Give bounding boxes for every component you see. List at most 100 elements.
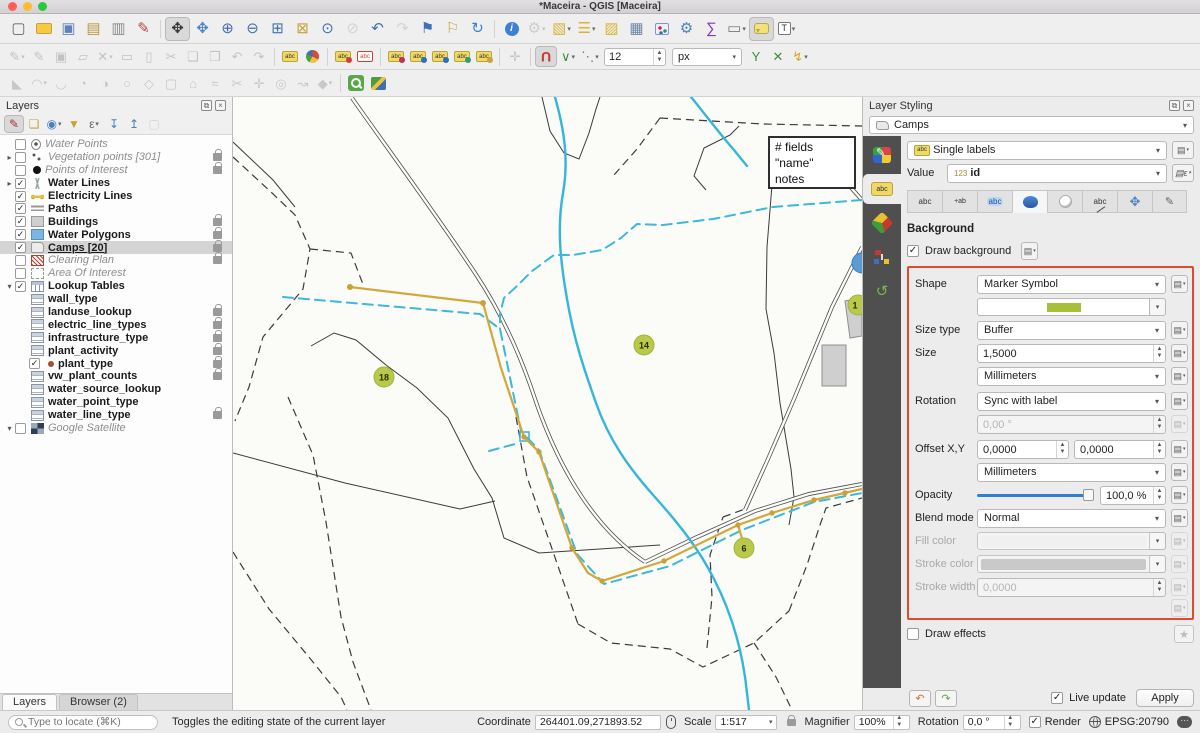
move-feature[interactable]: ▭ <box>116 46 138 67</box>
crs-value[interactable]: EPSG:20790 <box>1105 716 1169 728</box>
show-layout-manager[interactable]: ▥ <box>106 17 131 41</box>
tab-symbology[interactable] <box>866 140 898 170</box>
data-defined-override-icon[interactable] <box>1171 344 1188 362</box>
rectangle[interactable]: ▢ <box>160 73 182 94</box>
reshape-features[interactable]: ✛ <box>248 73 270 94</box>
trim-extend[interactable]: ↝ <box>292 73 314 94</box>
spinner-arrows-icon[interactable]: ▲▼ <box>1056 441 1068 458</box>
cut-features[interactable]: ✂ <box>160 46 182 67</box>
zoom-next[interactable]: ↷ <box>390 17 415 41</box>
close-panel-icon[interactable]: × <box>215 100 226 111</box>
snapping-type[interactable]: ⋱ <box>579 46 601 67</box>
filter-by-expression[interactable]: ε <box>84 115 104 133</box>
zoom-native-resolution[interactable]: ⊘ <box>340 17 365 41</box>
snap-on-intersection[interactable]: ✕ <box>767 46 789 67</box>
circle-3-points[interactable]: ◑ <box>94 73 116 94</box>
data-defined-override-icon[interactable] <box>1171 440 1188 458</box>
layer-row[interactable]: Points of Interest <box>0 164 232 177</box>
open-layer-styling-panel[interactable]: ✎ <box>4 115 24 133</box>
layer-visibility-checkbox[interactable] <box>15 191 26 202</box>
coordinate-input[interactable]: 264401.09,271893.52 <box>535 715 661 730</box>
open-attribute-table[interactable]: ▦ <box>624 17 649 41</box>
expander-icon[interactable] <box>4 153 15 162</box>
spinner-arrows-icon[interactable]: ▲▼ <box>1153 345 1165 362</box>
tab-diagrams[interactable] <box>866 242 898 272</box>
add-feature[interactable]: ▱ <box>72 46 94 67</box>
move-label-diagram[interactable] <box>385 46 407 67</box>
search-place[interactable] <box>345 73 367 94</box>
data-defined-override-icon[interactable] <box>1171 275 1188 293</box>
layer-visibility-checkbox[interactable] <box>15 255 26 266</box>
layer-row[interactable]: infrastructure_type <box>0 331 232 344</box>
layer-diagram-options[interactable] <box>301 46 323 67</box>
pin-unpin-labels[interactable] <box>332 46 354 67</box>
open-field-calculator[interactable] <box>649 17 674 41</box>
new-spatial-bookmark[interactable]: ⚑ <box>415 17 440 41</box>
fill-ring[interactable]: ≈ <box>204 73 226 94</box>
locator-input[interactable] <box>28 716 138 728</box>
circular-string-curve[interactable]: ◠ <box>28 73 50 94</box>
layer-row[interactable]: Water Points <box>0 138 232 151</box>
cad-construction[interactable]: ◣ <box>6 73 28 94</box>
enable-tracing[interactable]: ↯ <box>789 46 811 67</box>
statistical-summary[interactable]: ∑ <box>699 17 724 41</box>
select-features[interactable]: ▧ <box>549 17 574 41</box>
data-defined-override-icon[interactable] <box>1171 463 1188 481</box>
expander-icon[interactable] <box>4 179 15 188</box>
copy-features[interactable]: ❏ <box>182 46 204 67</box>
circle-center-point[interactable]: ○ <box>116 73 138 94</box>
highlight-pinned-labels[interactable] <box>354 46 376 67</box>
render-checkbox[interactable] <box>1029 716 1041 728</box>
toggle-editing[interactable]: ✎ <box>28 46 50 67</box>
label-mode-combo[interactable]: Single labels ▾ <box>907 141 1167 160</box>
identify-features[interactable] <box>499 17 524 41</box>
spinner-arrows-icon[interactable]: ▲▼ <box>653 49 665 65</box>
zoom-out[interactable]: ⊖ <box>240 17 265 41</box>
magnifier-spinner[interactable]: 100%▲▼ <box>854 715 910 730</box>
layer-visibility-checkbox[interactable] <box>29 358 40 369</box>
spinner-arrows-icon[interactable]: ▲▼ <box>1153 487 1165 504</box>
close-panel-icon[interactable]: × <box>1183 100 1194 111</box>
new-print-layout[interactable]: ▤ <box>81 17 106 41</box>
map-canvas[interactable]: 18 14 6 1 # fields "name" notes <box>233 97 862 710</box>
layer-row[interactable]: water_point_type <box>0 396 232 409</box>
layer-row[interactable]: Area Of Interest <box>0 267 232 280</box>
float-panel-icon[interactable]: ⧉ <box>201 100 212 111</box>
blend-mode-combo[interactable]: Normal▾ <box>977 509 1166 528</box>
layer-visibility-checkbox[interactable] <box>15 229 26 240</box>
layer-visibility-checkbox[interactable] <box>15 216 26 227</box>
layer-row[interactable]: Water Polygons <box>0 228 232 241</box>
offset-unit-combo[interactable]: Millimeters▾ <box>977 463 1166 482</box>
delete-selected[interactable]: ▯ <box>138 46 160 67</box>
remove-layer[interactable]: ▢ <box>144 115 164 133</box>
spinner-arrows-icon[interactable]: ▲▼ <box>1153 441 1165 458</box>
tab-labels[interactable] <box>863 174 901 204</box>
data-defined-override-icon[interactable] <box>1171 321 1188 339</box>
styling-layer-combo[interactable]: Camps ▾ <box>869 116 1194 134</box>
zoom-full-extent[interactable]: ⊞ <box>265 17 290 41</box>
new-project[interactable]: ▢ <box>6 17 31 41</box>
data-defined-override-icon[interactable] <box>1171 392 1188 410</box>
offset-curve[interactable]: ◎ <box>270 73 292 94</box>
layer-visibility-checkbox[interactable] <box>15 423 26 434</box>
data-defined-override-icon[interactable] <box>1171 486 1188 504</box>
tab-layers[interactable]: Layers <box>2 694 57 710</box>
save-project[interactable]: ▣ <box>56 17 81 41</box>
circle-2-points[interactable]: ◔ <box>72 73 94 94</box>
layer-row[interactable]: water_line_type <box>0 409 232 422</box>
save-layer-edits[interactable]: ▣ <box>50 46 72 67</box>
circular-string-radius[interactable]: ◡ <box>50 73 72 94</box>
apply-button[interactable]: Apply <box>1136 689 1194 707</box>
size-unit-combo[interactable]: Millimeters▾ <box>977 367 1166 386</box>
expand-all[interactable]: ↧ <box>104 115 124 133</box>
value-field-combo[interactable]: 123 id ▾ <box>947 164 1167 183</box>
zoom-last[interactable]: ↶ <box>365 17 390 41</box>
undo-button[interactable]: ↶ <box>909 690 931 707</box>
layer-visibility-checkbox[interactable] <box>15 242 26 253</box>
expander-icon[interactable] <box>4 282 15 291</box>
layer-row[interactable]: Google Satellite <box>0 422 232 435</box>
open-project[interactable] <box>31 17 56 41</box>
snapping-tolerance-spinner[interactable]: 12 ▲▼ <box>604 48 666 66</box>
scale-combo[interactable]: 1:517▾ <box>715 715 777 730</box>
add-group[interactable]: ❏ <box>24 115 44 133</box>
